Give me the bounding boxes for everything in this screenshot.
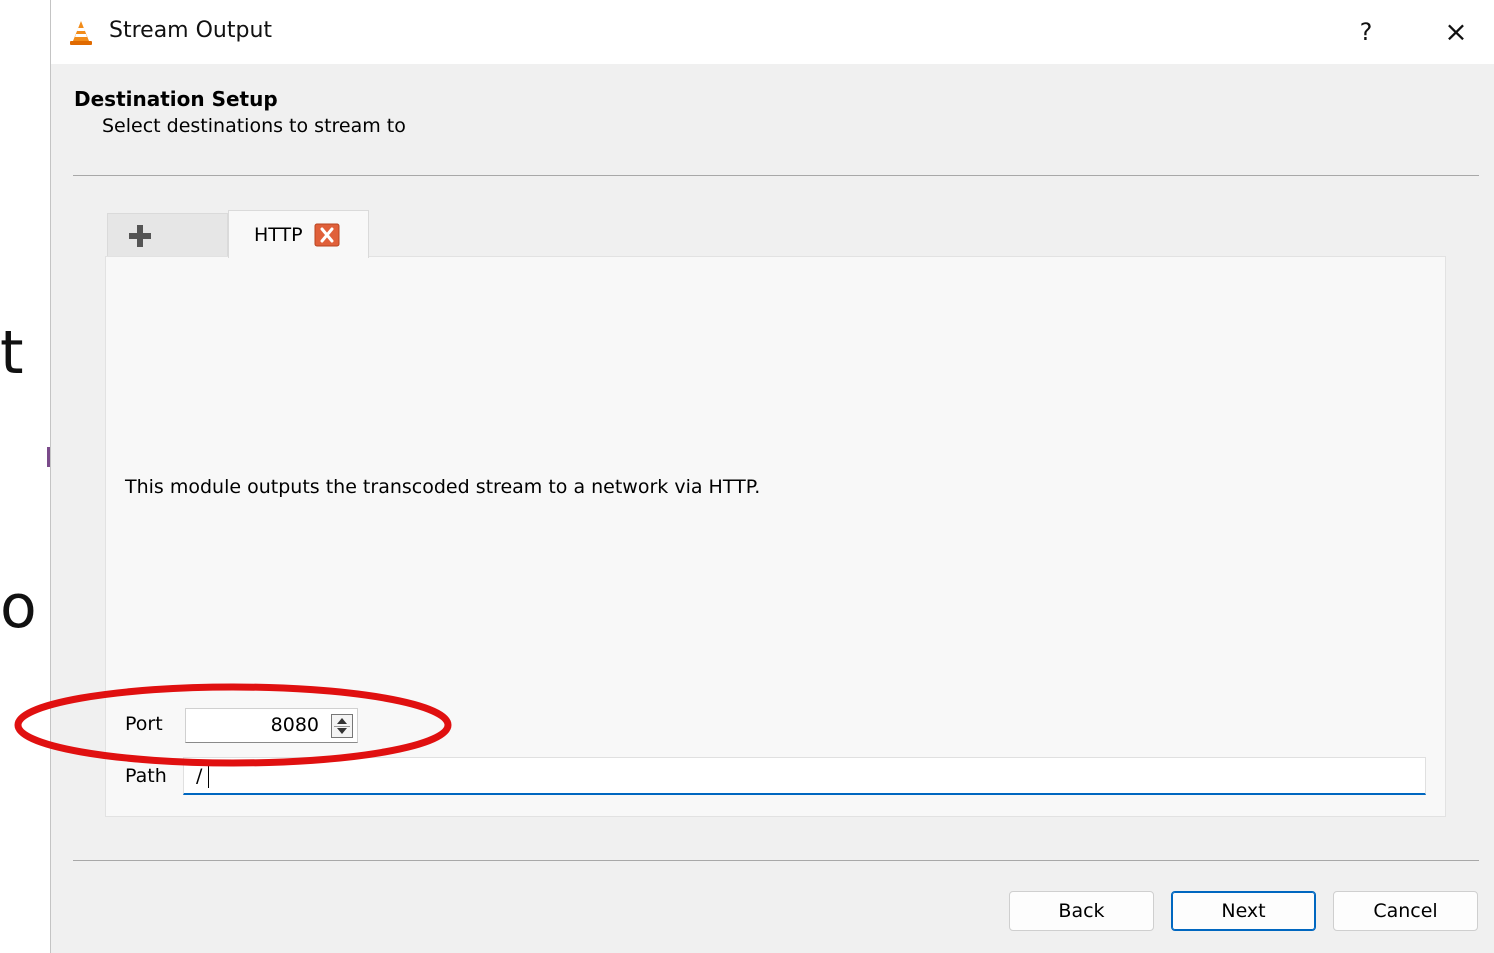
stream-output-dialog: Stream Output ? × Destination Setup Sele…	[50, 0, 1494, 953]
port-spinner-arrows[interactable]	[331, 714, 353, 738]
close-button[interactable]: ×	[1431, 14, 1481, 50]
vlc-cone-icon	[70, 21, 92, 45]
back-button[interactable]: Back	[1009, 891, 1154, 931]
spin-up-icon[interactable]	[337, 718, 347, 724]
next-button[interactable]: Next	[1171, 891, 1316, 931]
background-text-fragment: o	[0, 572, 37, 642]
port-value: 8080	[270, 714, 319, 736]
module-description: This module outputs the transcoded strea…	[125, 476, 761, 498]
page-subheading: Select destinations to stream to	[102, 115, 406, 137]
cancel-button[interactable]: Cancel	[1333, 891, 1478, 931]
close-tab-icon[interactable]	[314, 223, 340, 247]
http-module-panel: This module outputs the transcoded strea…	[105, 256, 1446, 817]
dialog-title: Stream Output	[109, 18, 273, 43]
path-value: /	[196, 765, 203, 787]
footer-divider	[73, 860, 1479, 861]
header-divider	[73, 175, 1479, 176]
spin-down-icon[interactable]	[337, 728, 347, 734]
tab-http-label: HTTP	[254, 224, 303, 246]
background-text-fragment: t	[0, 318, 24, 388]
path-input[interactable]: /	[183, 757, 1426, 795]
title-bar: Stream Output ? ×	[51, 0, 1494, 64]
tab-http[interactable]: HTTP	[228, 210, 369, 258]
tab-add-destination[interactable]	[107, 213, 228, 257]
help-button[interactable]: ?	[1341, 14, 1391, 50]
port-label: Port	[125, 713, 163, 735]
path-label: Path	[125, 765, 167, 787]
text-caret	[208, 766, 209, 788]
port-spinbox[interactable]: 8080	[185, 708, 358, 743]
page-heading: Destination Setup	[74, 87, 278, 111]
plus-icon	[129, 225, 151, 247]
